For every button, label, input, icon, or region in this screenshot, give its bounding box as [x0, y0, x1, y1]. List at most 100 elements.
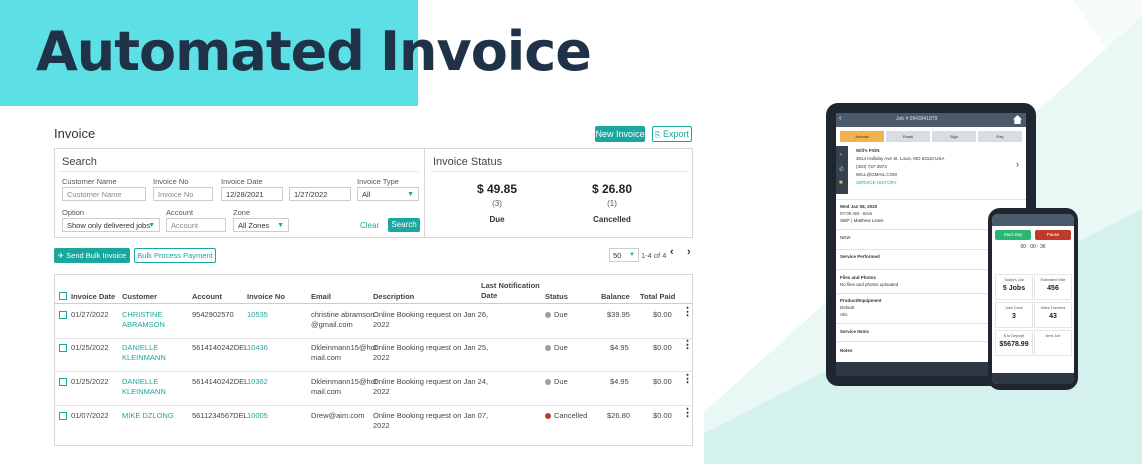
invoice-type-label: Invoice Type	[357, 177, 399, 186]
hero-word-2: Invoice	[379, 20, 592, 83]
send-bulk-invoice-button[interactable]: ✈ Send Bulk Invoice	[54, 248, 130, 263]
option-select[interactable]: Show only delivered jobs ▼	[62, 218, 160, 232]
page-size-select[interactable]: 50 ▼	[609, 248, 639, 262]
due-label: Due	[489, 215, 505, 224]
job-time: 07:00 AM - 8Am	[840, 211, 873, 216]
col-customer[interactable]: Customer	[122, 292, 157, 301]
col-account[interactable]: Account	[192, 292, 222, 301]
cell-customer-line1: MIKE DZLONG	[122, 411, 174, 420]
cell-customer[interactable]: MIKE DZLONG	[122, 411, 174, 421]
cell-account: 9542902570	[192, 310, 234, 319]
export-button[interactable]: ⎘ Export	[652, 126, 692, 142]
account-input[interactable]: Account	[166, 218, 226, 232]
col-invoice-date[interactable]: Invoice Date	[71, 292, 115, 301]
cell-balance: $39.95	[607, 310, 630, 319]
more-actions-icon[interactable]: ⋮	[682, 307, 693, 318]
cell-email-line1: Dkleinmann15@hot	[311, 377, 377, 386]
row-checkbox[interactable]	[59, 311, 67, 319]
section-new: NEW	[840, 235, 851, 240]
cell-account: 5614140242DEL	[192, 377, 249, 386]
status-text: Due	[554, 377, 568, 386]
back-icon: ‹	[839, 115, 842, 122]
due-count: (3)	[492, 199, 502, 208]
cell-total-paid: $0.00	[653, 411, 672, 420]
zone-select[interactable]: All Zones ▼	[233, 218, 289, 232]
chevron-down-icon: ▼	[407, 191, 414, 198]
home-icon	[1013, 115, 1022, 124]
row-checkbox[interactable]	[59, 378, 67, 386]
more-actions-icon[interactable]: ⋮	[682, 408, 693, 419]
col-balance[interactable]: Balance	[601, 292, 630, 301]
files-note: No files and photos uploaded	[840, 282, 899, 287]
cell-email-line1: christine abramson	[311, 310, 375, 319]
status-dot	[545, 378, 551, 385]
tab-sign[interactable]: Sign	[932, 131, 976, 142]
cell-invoice-no[interactable]: 10362	[247, 377, 268, 387]
new-invoice-button[interactable]: New Invoice	[595, 126, 645, 142]
cell-description: Online Booking request on Jan 25, 2022	[373, 343, 488, 363]
chevron-right-icon[interactable]: ›	[1016, 160, 1019, 169]
more-actions-icon[interactable]: ⋮	[682, 374, 693, 385]
col-last-notification[interactable]: Last Notification	[481, 281, 540, 290]
section-notes: Notes	[840, 348, 853, 353]
cell-date: 01/25/2022	[71, 377, 109, 386]
status-text: Cancelled	[554, 411, 588, 420]
cell-customer[interactable]: DANIELLE KLEINMANN	[122, 377, 166, 397]
job-title: Job # 0943941879	[896, 116, 938, 122]
status-dot	[545, 412, 551, 419]
phone-icon: ✆	[839, 167, 845, 173]
cell-desc-line2: 2022	[373, 421, 390, 430]
due-amount: $ 49.85	[476, 182, 518, 196]
cell-balance: $26.80	[607, 411, 630, 420]
row-checkbox[interactable]	[59, 344, 67, 352]
start-day-button[interactable]: Start Day	[995, 230, 1031, 240]
date-from-input[interactable]: 12/28/2021	[221, 187, 283, 201]
col-email[interactable]: Email	[311, 292, 331, 301]
next-page-icon[interactable]: ›	[687, 246, 691, 258]
cell-customer[interactable]: CHRISTINE ABRAMSON	[122, 310, 165, 330]
customer-name-input[interactable]: Customer Name	[62, 187, 146, 201]
cancelled-label: Cancelled	[593, 215, 631, 224]
col-total-paid[interactable]: Total Paid	[640, 292, 675, 301]
cell-invoice-no[interactable]: 10436	[247, 343, 268, 353]
tab-arrivals[interactable]: Arrivals	[840, 131, 884, 142]
customer-address: 3514 Holliday Ave St. Louis, MO 63110,US…	[856, 156, 945, 161]
more-actions-icon[interactable]: ⋮	[682, 340, 693, 351]
cell-description: Online Booking request on Jan 07, 2022	[373, 411, 488, 431]
send-bulk-label: Send Bulk Invoice	[66, 251, 127, 260]
cell-invoice-no[interactable]: 10005	[247, 411, 268, 421]
search-button[interactable]: Search	[388, 218, 420, 232]
col-description[interactable]: Description	[373, 292, 414, 301]
select-all-checkbox[interactable]	[59, 292, 67, 300]
bulk-process-payment-button[interactable]: Bulk Process Payment	[134, 248, 216, 263]
tab-email[interactable]: Email	[886, 131, 930, 142]
option-value: Show only delivered jobs	[67, 221, 150, 230]
section-files: Files and Photos	[840, 275, 877, 280]
service-history-link[interactable]: SERVICE HISTORY	[856, 180, 897, 186]
row-checkbox[interactable]	[59, 412, 67, 420]
clear-link[interactable]: Clear	[360, 221, 379, 230]
col-status[interactable]: Status	[545, 292, 568, 301]
invoice-no-input[interactable]: Invoice No	[153, 187, 213, 201]
export-label: Export	[663, 129, 690, 139]
cell-balance: $4.95	[610, 377, 629, 386]
stat-tile: Jobs Done 3	[995, 302, 1033, 328]
cell-customer[interactable]: DANIELLE KLEINMANN	[122, 343, 166, 363]
pause-button[interactable]: Pause	[1035, 230, 1071, 240]
stat-value: $5678.99	[999, 341, 1029, 348]
invoice-type-select[interactable]: All ▼	[357, 187, 419, 201]
cell-desc-line2: 2022	[373, 320, 390, 329]
tab-pay[interactable]: Pay	[978, 131, 1022, 142]
previous-page-icon[interactable]: ‹	[670, 246, 674, 258]
stat-value: 456	[1047, 285, 1059, 292]
cell-total-paid: $0.00	[653, 343, 672, 352]
cell-email-line1: Drew@aim.com	[311, 411, 365, 420]
date-to-input[interactable]: 1/27/2022	[289, 187, 351, 201]
col-last-notification-date[interactable]: Date	[481, 291, 497, 300]
cell-invoice-no[interactable]: 10535	[247, 310, 268, 320]
col-invoice-no[interactable]: Invoice No	[247, 292, 285, 301]
account-label: Account	[166, 208, 194, 217]
job-technician: SB/F | Matthew Lewis	[840, 218, 884, 223]
cell-description: Online Booking request on Jan 24, 2022	[373, 377, 488, 397]
stat-tile: Next Job	[1034, 330, 1072, 356]
